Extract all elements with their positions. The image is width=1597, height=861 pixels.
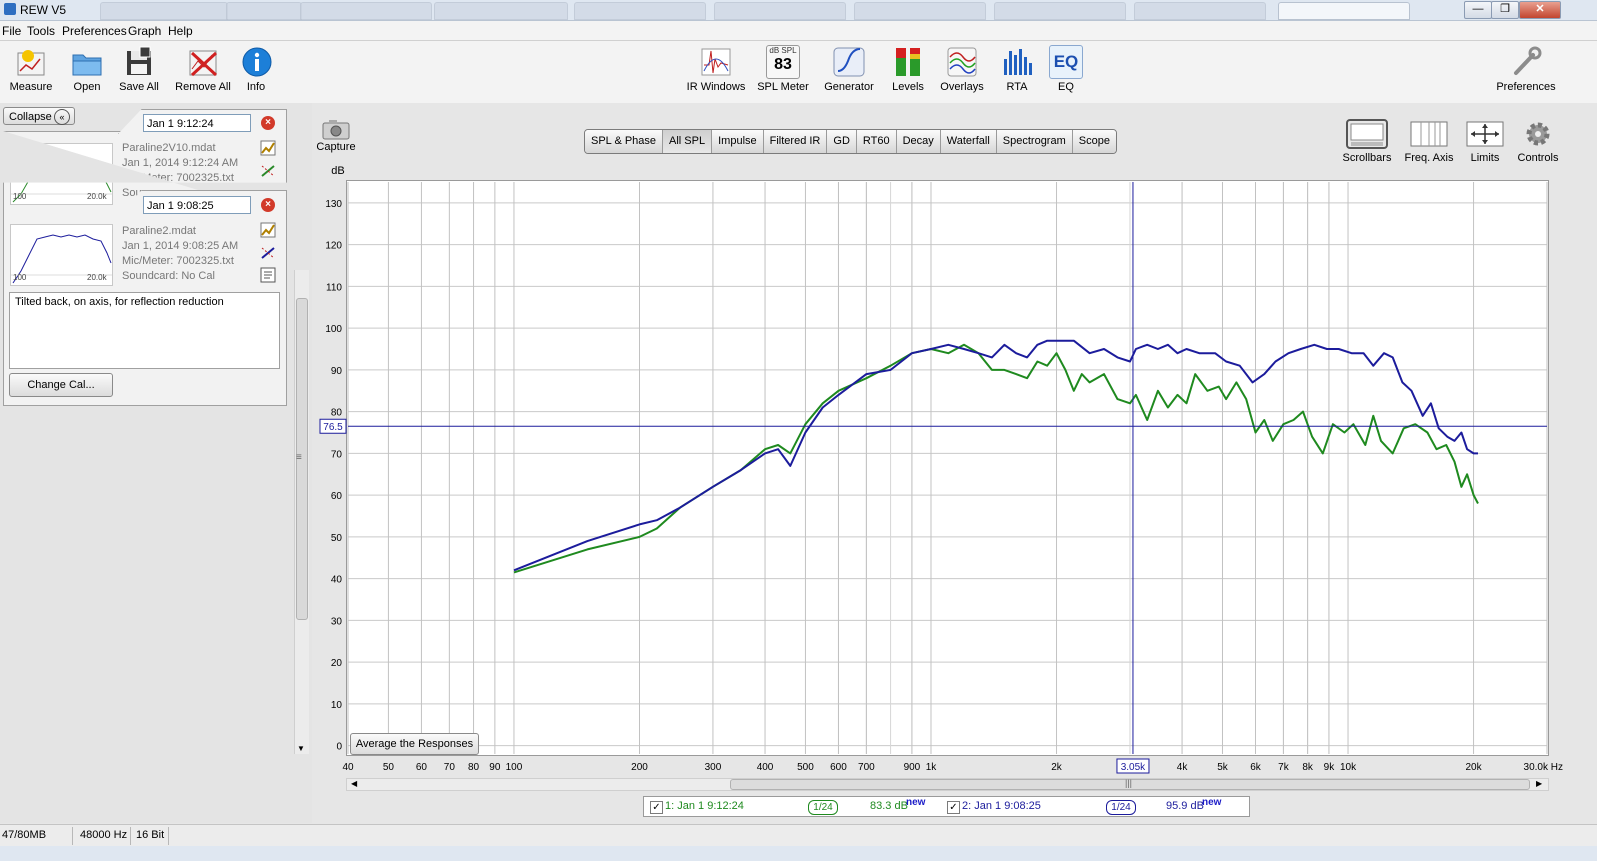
status-divider [72, 827, 73, 845]
taskbar-strip [0, 846, 1597, 861]
series-1-smoothing[interactable]: 1/24 [808, 800, 838, 815]
cursor-freq-label: 3.05k [1121, 762, 1146, 773]
x-tick-label: 90 [489, 762, 501, 773]
average-responses-button[interactable]: Average the Responses [350, 733, 479, 755]
x-tick-label: 2k [1051, 762, 1063, 773]
series-2-new-marker: new [1202, 797, 1222, 808]
x-tick-label: 30.0k Hz [1524, 762, 1563, 773]
y-tick-label: 90 [331, 366, 343, 377]
x-tick-label: 4k [1177, 762, 1189, 773]
legend: ✓ 1: Jan 1 9:12:24 1/24 83.3 dB new ✓ 2:… [643, 796, 1250, 817]
y-tick-label: 120 [325, 241, 342, 252]
x-tick-label: 400 [757, 762, 774, 773]
x-tick-label: 600 [830, 762, 847, 773]
series-2-smoothing[interactable]: 1/24 [1106, 800, 1136, 815]
memory-status: 47/80MB [2, 829, 47, 841]
y-tick-label: 10 [331, 700, 343, 711]
series-1-label: 1: Jan 1 9:12:24 [665, 800, 744, 812]
series-2-line [513, 339, 1478, 572]
x-tick-label: 200 [631, 762, 648, 773]
x-tick-label: 20k [1466, 762, 1483, 773]
x-tick-label: 50 [383, 762, 395, 773]
y-tick-label: 50 [331, 533, 343, 544]
x-tick-label: 6k [1250, 762, 1262, 773]
y-tick-label: 40 [331, 575, 343, 586]
x-tick-label: 5k [1217, 762, 1229, 773]
grip-icon: ||| [1125, 778, 1133, 788]
x-tick-label: 500 [797, 762, 814, 773]
status-bar: 47/80MB 48000 Hz 16 Bit [0, 824, 1597, 847]
cursor-level-label: 76.5 [323, 422, 343, 433]
x-tick-label: 60 [416, 762, 428, 773]
x-tick-label: 70 [444, 762, 456, 773]
y-tick-label: 30 [331, 616, 343, 627]
sample-rate-status: 48000 Hz [80, 829, 128, 841]
y-tick-label: 60 [331, 491, 343, 502]
x-tick-label: 80 [468, 762, 480, 773]
y-axis-unit: dB [331, 165, 344, 177]
x-tick-label: 8k [1302, 762, 1314, 773]
series-2-value: 95.9 dB [1166, 800, 1204, 812]
series-2-label: 2: Jan 1 9:08:25 [962, 800, 1041, 812]
x-tick-label: 7k [1278, 762, 1290, 773]
scroll-left-icon[interactable]: ◀ [351, 779, 357, 788]
x-tick-label: 700 [858, 762, 875, 773]
series-1-line [513, 343, 1479, 574]
y-tick-label: 80 [331, 408, 343, 419]
spl-chart: 0 10 20 30 40 50 60 70 80 90 100 110 120 130 40 50 60 70 8… [319, 165, 1563, 774]
series-1-value: 83.3 dB [870, 800, 908, 812]
x-tick-label: 100 [506, 762, 523, 773]
x-tick-label: 900 [904, 762, 921, 773]
y-tick-label: 130 [325, 199, 342, 210]
graph-hscrollbar-thumb[interactable]: ||| [730, 778, 1530, 790]
series-1-checkbox[interactable]: ✓ [650, 801, 663, 814]
series-2-checkbox[interactable]: ✓ [947, 801, 960, 814]
bit-depth-status: 16 Bit [136, 829, 165, 841]
scroll-right-icon[interactable]: ▶ [1536, 779, 1542, 788]
y-tick-label: 100 [325, 324, 342, 335]
y-tick-label: 20 [331, 658, 343, 669]
y-tick-label: 110 [326, 282, 342, 293]
y-tick-label: 0 [336, 742, 342, 753]
x-tick-label: 10k [1340, 762, 1357, 773]
x-tick-label: 1k [926, 762, 938, 773]
y-tick-label: 70 [331, 449, 343, 460]
status-divider [168, 827, 169, 845]
x-tick-label: 9k [1324, 762, 1336, 773]
series-1-new-marker: new [906, 797, 926, 808]
status-divider [130, 827, 131, 845]
x-tick-label: 300 [705, 762, 722, 773]
x-tick-label: 40 [342, 762, 354, 773]
